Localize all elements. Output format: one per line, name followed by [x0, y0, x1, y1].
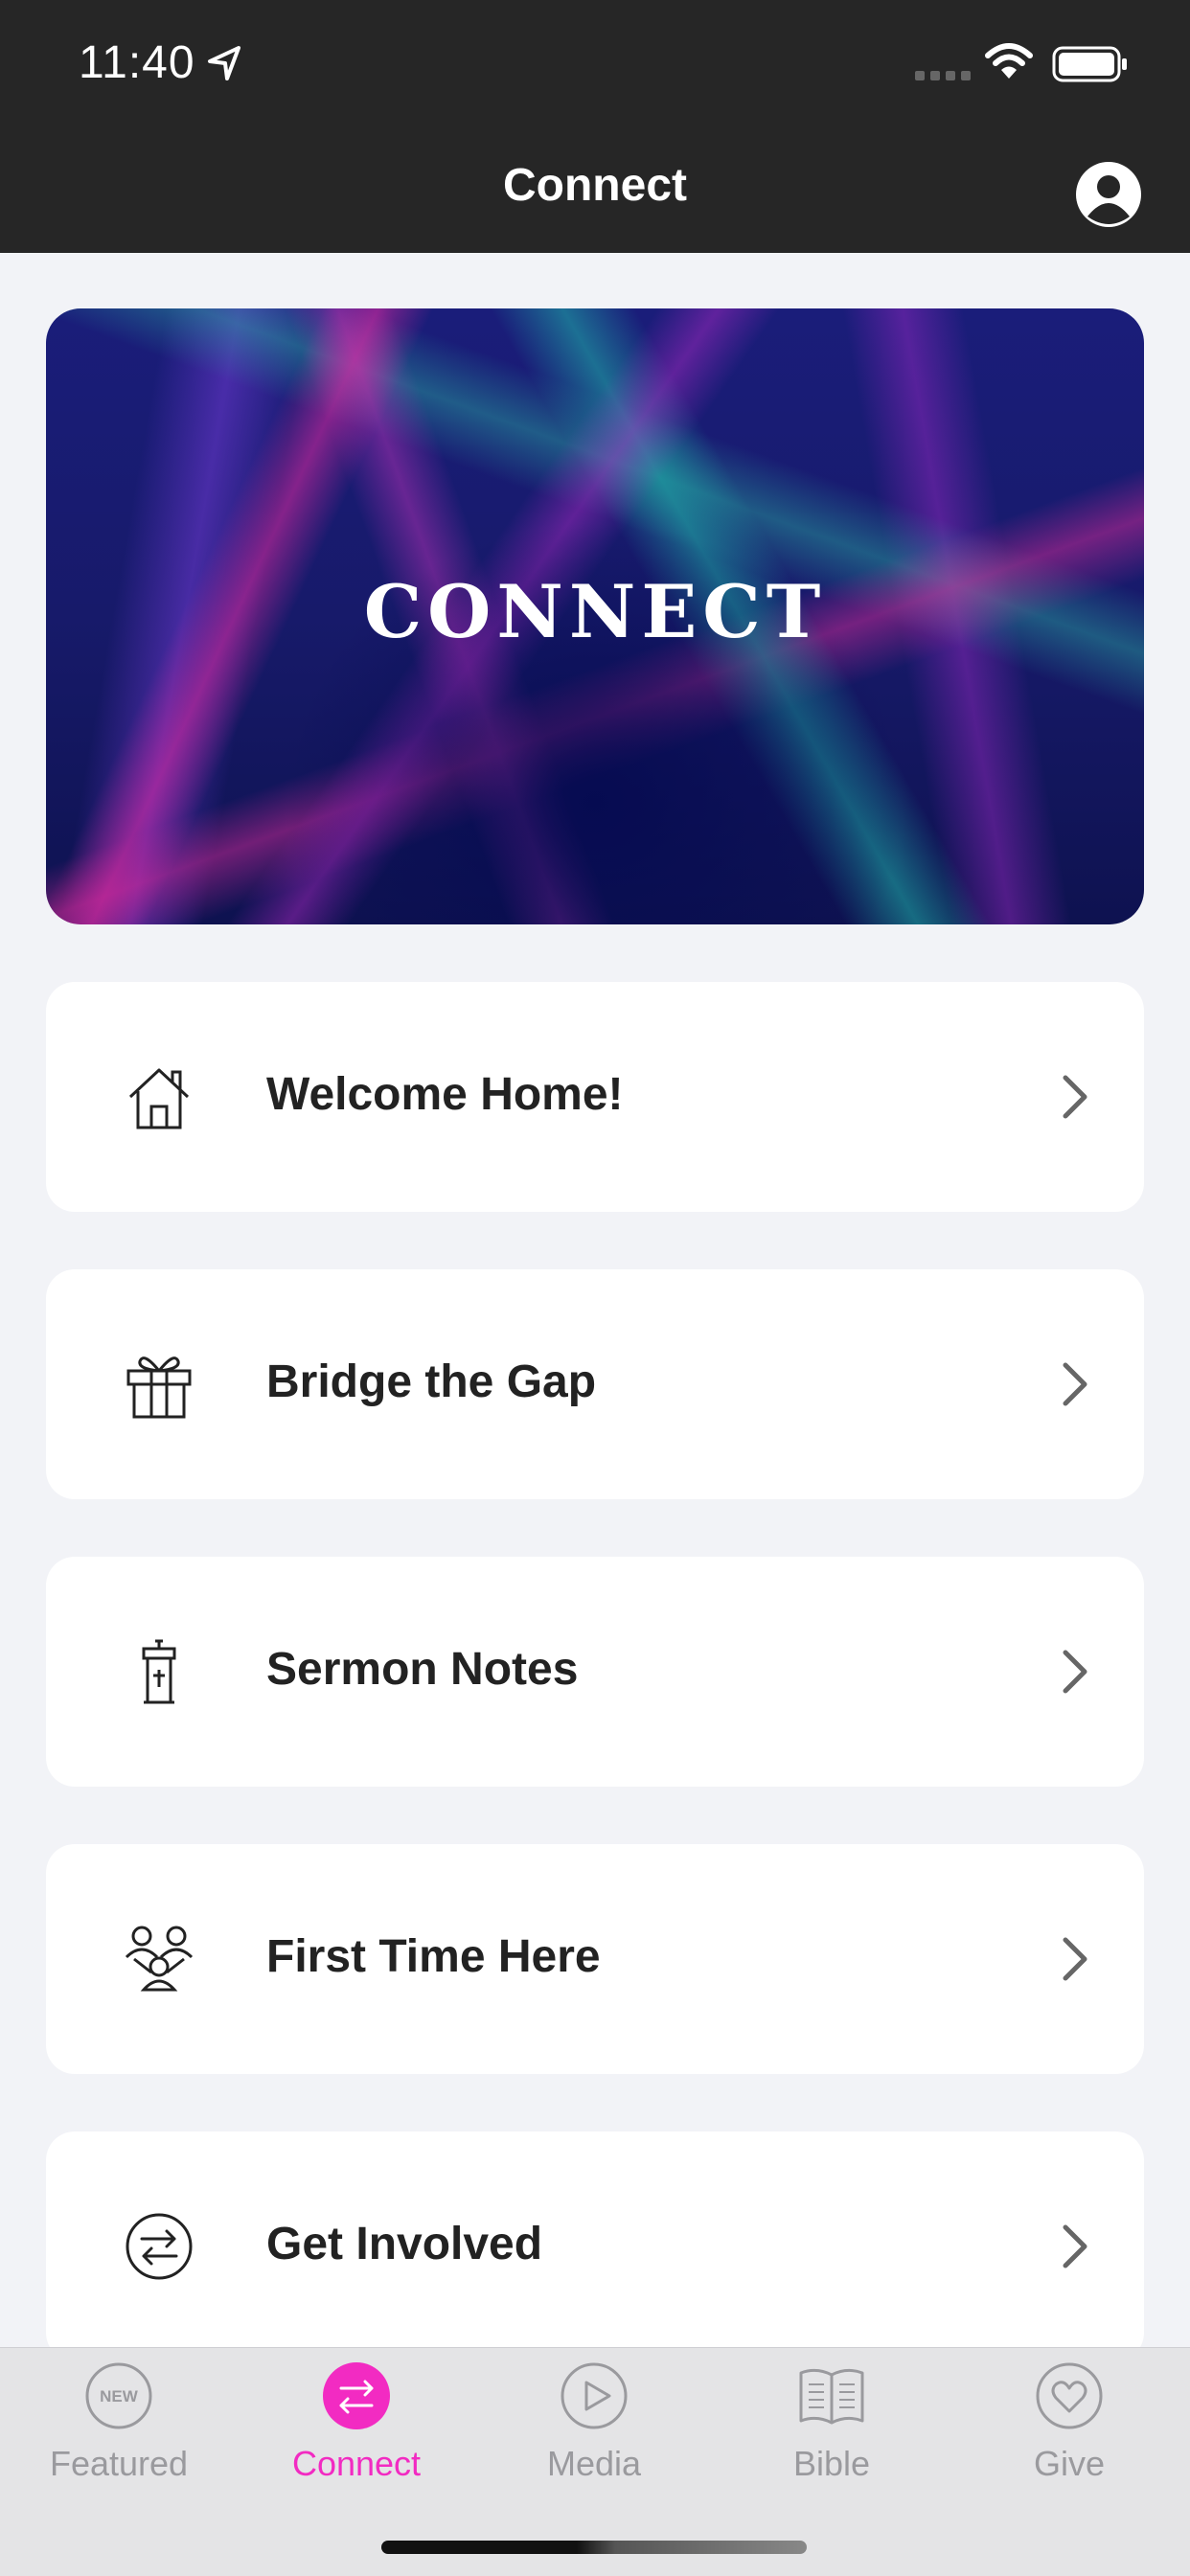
book-icon — [799, 2368, 864, 2425]
status-time: 11:40 — [79, 37, 195, 88]
tab-label: Connect — [291, 2444, 422, 2483]
house-icon — [128, 1068, 190, 1129]
chevron-right-icon — [1063, 1362, 1087, 1406]
list-item-label: First Time Here — [266, 1931, 601, 1982]
chevron-right-icon — [1063, 1650, 1087, 1694]
navigation-bar: Connect — [0, 130, 1190, 253]
signal-icon — [915, 71, 971, 80]
list-item-get-involved[interactable]: Get Involved — [46, 2131, 1144, 2361]
list-item-label: Get Involved — [266, 2219, 543, 2269]
list-item-bridge-the-gap[interactable]: Bridge the Gap — [46, 1269, 1144, 1499]
list-item-label: Bridge the Gap — [266, 1356, 597, 1407]
exchange-icon — [323, 2362, 390, 2429]
tab-label: Media — [546, 2444, 642, 2483]
tab-featured[interactable]: NEW Featured — [0, 2348, 238, 2511]
chevron-right-icon — [1063, 2224, 1087, 2268]
new-badge-text: NEW — [100, 2387, 139, 2405]
list-item-sermon-notes[interactable]: Sermon Notes — [46, 1557, 1144, 1787]
gift-icon — [126, 1356, 192, 1419]
tab-connect[interactable]: Connect — [238, 2348, 475, 2511]
pulpit-icon — [142, 1639, 176, 1704]
new-badge-icon: NEW — [85, 2362, 152, 2429]
connect-banner: CONNECT — [46, 308, 1144, 924]
list-item-first-time-here[interactable]: First Time Here — [46, 1844, 1144, 2074]
chevron-right-icon — [1063, 1937, 1087, 1981]
tab-bible[interactable]: Bible — [713, 2348, 950, 2511]
list-item-label: Welcome Home! — [266, 1069, 624, 1120]
home-indicator[interactable] — [381, 2541, 807, 2554]
list-item-label: Sermon Notes — [266, 1644, 579, 1695]
tab-label: Give — [1033, 2444, 1106, 2483]
battery-icon — [1052, 46, 1127, 82]
tab-label: Bible — [792, 2444, 871, 2483]
people-icon — [125, 1926, 194, 1992]
chevron-right-icon — [1063, 1075, 1087, 1119]
list-item-welcome-home[interactable]: Welcome Home! — [46, 982, 1144, 1212]
tab-give[interactable]: Give — [950, 2348, 1188, 2511]
tab-label: Featured — [49, 2444, 189, 2483]
location-arrow-icon — [208, 46, 240, 80]
exchange-icon — [126, 2213, 193, 2280]
tab-media[interactable]: Media — [475, 2348, 713, 2511]
page-title: Connect — [503, 160, 687, 211]
play-icon — [561, 2362, 628, 2429]
banner-title: CONNECT — [363, 569, 827, 654]
status-bar: 11:40 — [0, 0, 1190, 130]
heart-icon — [1036, 2362, 1103, 2429]
wifi-icon — [985, 43, 1033, 79]
profile-icon[interactable] — [1075, 161, 1142, 228]
